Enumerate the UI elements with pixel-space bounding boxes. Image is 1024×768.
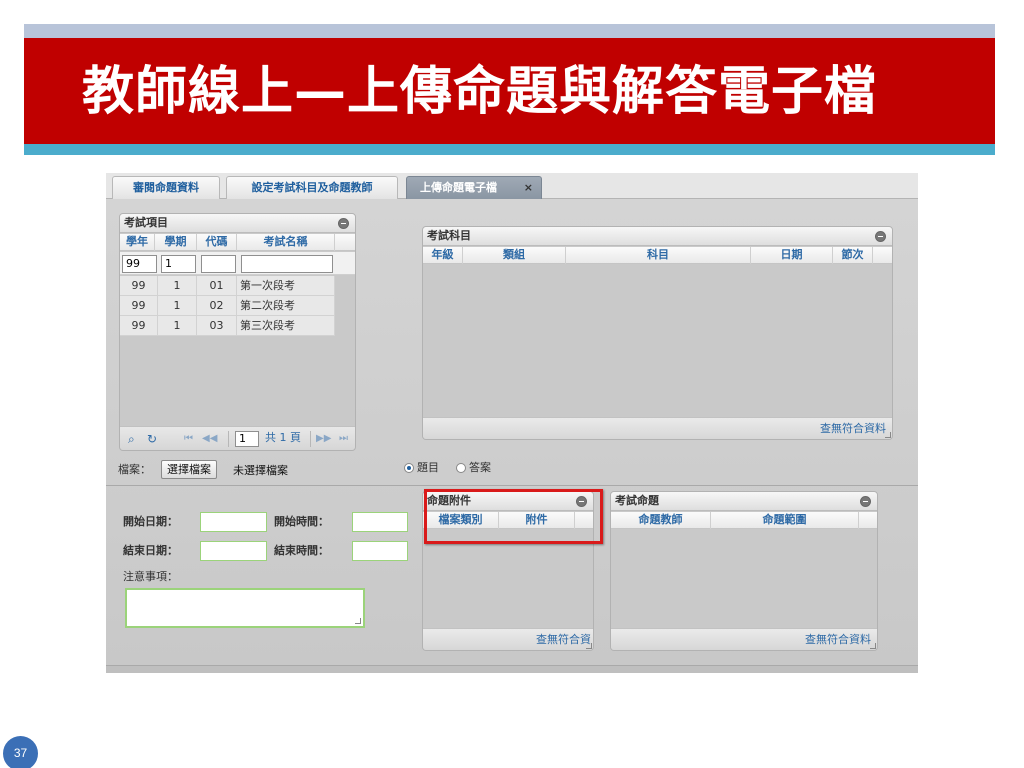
exam-subjects-title: 考試科目 <box>427 229 471 242</box>
cell-code: 01 <box>197 276 237 296</box>
column-header-term[interactable]: 學期 <box>155 234 197 251</box>
resize-grip-icon[interactable] <box>355 618 361 624</box>
column-header-teacher[interactable]: 命題教師 <box>611 512 711 529</box>
end-date-label: 結束日期： <box>123 544 178 557</box>
table-row[interactable]: 99 1 02 第二次段考 <box>120 296 335 316</box>
no-file-label: 未選擇檔案 <box>233 464 288 477</box>
total-pages-label: 共 1 頁 <box>265 431 301 444</box>
radio-question-label: 題目 <box>417 461 439 474</box>
no-data-label: 查無符合資 <box>536 633 591 646</box>
slide-top-band <box>24 24 995 38</box>
exam-items-title: 考試項目 <box>124 216 168 229</box>
column-header-scope[interactable]: 命題範圍 <box>711 512 859 529</box>
prev-page-icon[interactable]: ◀◀ <box>202 432 217 446</box>
exam-questions-header: 考試命題 <box>611 492 877 511</box>
section-divider <box>106 485 918 486</box>
choose-file-button[interactable]: 選擇檔案 <box>161 460 217 479</box>
start-time-input[interactable] <box>352 512 408 532</box>
exam-subjects-columns: 年級 類組 科目 日期 節次 <box>423 247 892 264</box>
exam-questions-columns: 命題教師 命題範圍 <box>611 512 877 529</box>
cell-term: 1 <box>158 276 197 296</box>
cell-year: 99 <box>120 316 158 336</box>
page-number-badge: 37 <box>3 736 38 768</box>
column-header-date[interactable]: 日期 <box>751 247 833 264</box>
collapse-icon[interactable] <box>860 496 871 507</box>
attachments-footer: 查無符合資 <box>423 628 593 650</box>
filter-row: 99 1 <box>120 252 355 275</box>
column-header-grade[interactable]: 年級 <box>423 247 463 264</box>
no-data-label: 查無符合資料 <box>820 422 886 435</box>
slide-title: 教師線上—上傳命題與解答電子檔 <box>82 62 878 122</box>
exam-questions-title: 考試命題 <box>615 494 659 507</box>
notes-textarea[interactable] <box>125 588 365 628</box>
cell-exam-name: 第二次段考 <box>237 296 335 316</box>
end-time-input[interactable] <box>352 541 408 561</box>
cell-exam-name: 第三次段考 <box>237 316 335 336</box>
cell-year: 99 <box>120 276 158 296</box>
page-number-input[interactable]: 1 <box>235 431 259 447</box>
first-page-icon[interactable]: ⏮ <box>184 432 193 446</box>
exam-items-columns: 學年 學期 代碼 考試名稱 <box>120 234 355 251</box>
column-header-subject[interactable]: 科目 <box>566 247 751 264</box>
radio-question[interactable] <box>404 463 414 473</box>
exam-subjects-panel: 考試科目 年級 類組 科目 日期 節次 查無符合資料 <box>422 226 893 440</box>
tab-upload-label: 上傳命題電子檔 <box>420 181 497 194</box>
end-date-input[interactable] <box>200 541 267 561</box>
radio-answer[interactable] <box>456 463 466 473</box>
exam-questions-footer: 查無符合資料 <box>611 628 877 650</box>
cell-code: 03 <box>197 316 237 336</box>
pager: ⌕ ↻ ⏮ ◀◀ 1 共 1 頁 ▶▶ ⏭ <box>120 426 355 450</box>
bottom-strip <box>106 665 918 673</box>
resize-grip-icon[interactable] <box>870 643 876 649</box>
column-header-year[interactable]: 學年 <box>120 234 155 251</box>
column-header-period[interactable]: 節次 <box>833 247 873 264</box>
resize-grip-icon[interactable] <box>885 432 891 438</box>
tab-bar: 審閱命題資料 設定考試科目及命題教師 上傳命題電子檔 × <box>106 173 918 199</box>
cell-term: 1 <box>158 316 197 336</box>
search-icon[interactable]: ⌕ <box>128 432 135 446</box>
next-page-icon[interactable]: ▶▶ <box>316 432 331 446</box>
column-header-group[interactable]: 類組 <box>463 247 566 264</box>
cell-exam-name: 第一次段考 <box>237 276 335 296</box>
file-label: 檔案： <box>118 463 151 476</box>
exam-questions-panel: 考試命題 命題教師 命題範圍 查無符合資料 <box>610 491 878 651</box>
cell-term: 1 <box>158 296 197 316</box>
start-time-label: 開始時間： <box>274 515 329 528</box>
refresh-icon[interactable]: ↻ <box>147 432 157 446</box>
pager-separator <box>228 431 229 447</box>
filter-code-input[interactable] <box>201 255 236 273</box>
exam-subjects-header: 考試科目 <box>423 227 892 246</box>
end-time-label: 結束時間： <box>274 544 329 557</box>
last-page-icon[interactable]: ⏭ <box>339 432 348 446</box>
slide-title-bar: 教師線上—上傳命題與解答電子檔 <box>24 38 995 144</box>
filter-term-input[interactable]: 1 <box>161 255 196 273</box>
resize-grip-icon[interactable] <box>586 643 592 649</box>
start-date-input[interactable] <box>200 512 267 532</box>
filter-year-input[interactable]: 99 <box>122 255 157 273</box>
pager-separator <box>310 431 311 447</box>
highlight-box <box>424 489 603 544</box>
close-icon[interactable]: × <box>524 177 533 198</box>
table-row[interactable]: 99 1 01 第一次段考 <box>120 276 335 296</box>
notes-label: 注意事項： <box>123 570 178 583</box>
filter-name-input[interactable] <box>241 255 333 273</box>
start-date-label: 開始日期： <box>123 515 178 528</box>
column-header-code[interactable]: 代碼 <box>197 234 237 251</box>
radio-answer-label: 答案 <box>469 461 491 474</box>
collapse-icon[interactable] <box>338 218 349 229</box>
tab-review-questions[interactable]: 審閱命題資料 <box>112 176 220 199</box>
tab-upload-question-file[interactable]: 上傳命題電子檔 × <box>406 176 542 199</box>
tab-set-subjects-teachers[interactable]: 設定考試科目及命題教師 <box>226 176 398 199</box>
column-header-exam-name[interactable]: 考試名稱 <box>237 234 335 251</box>
no-data-label: 查無符合資料 <box>805 633 871 646</box>
exam-items-header: 考試項目 <box>120 214 355 233</box>
table-row[interactable]: 99 1 03 第三次段考 <box>120 316 335 336</box>
cell-year: 99 <box>120 296 158 316</box>
app-screenshot: 審閱命題資料 設定考試科目及命題教師 上傳命題電子檔 × 考試項目 學年 學期 … <box>106 173 918 673</box>
exam-subjects-footer: 查無符合資料 <box>423 417 892 439</box>
collapse-icon[interactable] <box>875 231 886 242</box>
slide-bottom-band <box>24 144 995 155</box>
exam-items-panel: 考試項目 學年 學期 代碼 考試名稱 99 1 99 1 01 第一次段考 99… <box>119 213 356 451</box>
cell-code: 02 <box>197 296 237 316</box>
